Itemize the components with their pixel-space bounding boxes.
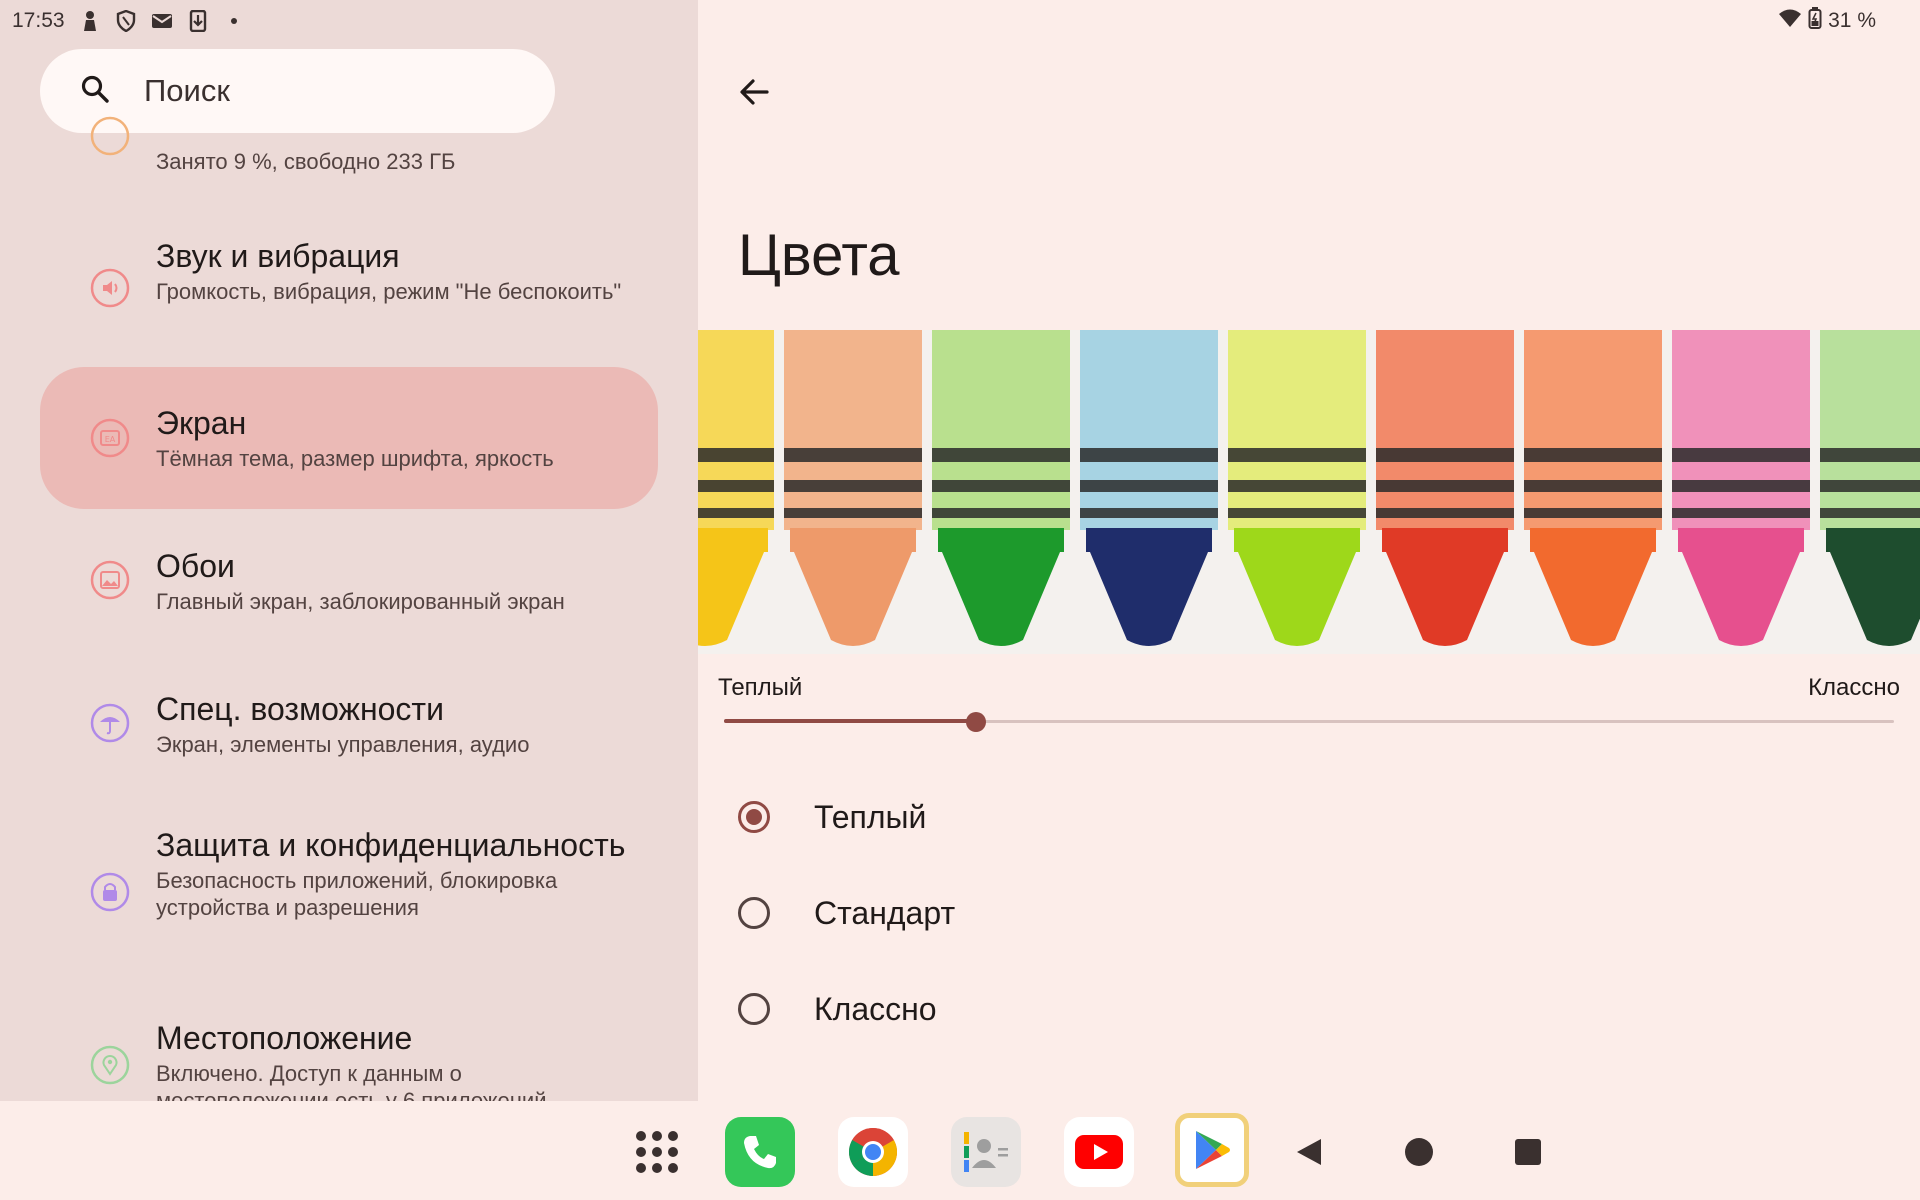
- crayons-illustration: [698, 330, 1920, 654]
- location-icon: [90, 1045, 130, 1085]
- person-notification-icon: [79, 10, 101, 32]
- battery-percent: 31 %: [1828, 9, 1876, 32]
- more-notifications-dot-icon: [223, 10, 245, 32]
- settings-item-subtitle: Безопасность приложений, блокировка устр…: [156, 868, 558, 920]
- settings-list-pane: 17:53 Поиск Занято 9 %, свободно 233 ГБ: [0, 0, 698, 1101]
- status-bar-right: 31 %: [1778, 6, 1876, 36]
- page-title: Цвета: [738, 223, 900, 288]
- back-nav-button[interactable]: [1274, 1117, 1344, 1187]
- youtube-icon: [1064, 1117, 1134, 1187]
- slider-labels: Теплый Классно: [718, 674, 1900, 702]
- settings-item-accessibility[interactable]: Спец. возможности Экран, элементы управл…: [40, 689, 658, 769]
- settings-item-title: Защита и конфиденциальность: [156, 827, 626, 863]
- download-icon: [187, 10, 209, 32]
- storage-icon: [90, 116, 130, 156]
- search-label: Поиск: [144, 73, 230, 108]
- contacts-icon: [951, 1117, 1021, 1187]
- app-drawer-icon: [636, 1131, 678, 1173]
- contacts-app[interactable]: [951, 1117, 1021, 1187]
- wallpaper-icon: [90, 560, 130, 600]
- back-button[interactable]: [728, 66, 780, 118]
- chrome-icon: [838, 1117, 908, 1187]
- crayon: [1820, 330, 1920, 646]
- crayon: [698, 330, 774, 646]
- settings-item-title: Местоположение: [156, 1020, 413, 1056]
- colors-settings-pane: 31 % Цвета Теплый Классно Теплый Стандар…: [698, 0, 1920, 1101]
- play-store-icon: [1175, 1113, 1249, 1187]
- crayon: [1524, 330, 1662, 646]
- home-nav-button[interactable]: [1384, 1117, 1454, 1187]
- settings-item-subtitle: Экран, элементы управления, аудио: [156, 732, 530, 757]
- settings-item-location[interactable]: Местоположение Включено. Доступ к данным…: [40, 1018, 658, 1101]
- crayon: [1672, 330, 1810, 646]
- settings-item-display[interactable]: EA Экран Тёмная тема, размер шрифта, ярк…: [40, 367, 658, 509]
- slider-fill: [724, 719, 976, 723]
- settings-item-sound[interactable]: Звук и вибрация Громкость, вибрация, реж…: [40, 236, 658, 346]
- settings-item-storage[interactable]: Занято 9 %, свободно 233 ГБ: [40, 116, 658, 190]
- slider-left-label: Теплый: [718, 674, 803, 701]
- home-nav-icon: [1405, 1138, 1433, 1166]
- crayon: [1376, 330, 1514, 646]
- option-label: Стандарт: [814, 894, 956, 931]
- chrome-app[interactable]: [838, 1117, 908, 1187]
- phone-app[interactable]: [725, 1117, 795, 1187]
- settings-item-subtitle: Громкость, вибрация, режим "Не беспокоит…: [156, 279, 622, 304]
- search-icon: [80, 74, 110, 109]
- radio-dot: [746, 809, 762, 825]
- mail-icon: [151, 10, 173, 32]
- recents-nav-icon: [1515, 1139, 1541, 1165]
- settings-item-title: Звук и вибрация: [156, 238, 400, 274]
- volume-icon: [90, 268, 130, 308]
- accessibility-icon: [90, 703, 130, 743]
- settings-item-subtitle: Занято 9 %, свободно 233 ГБ: [156, 149, 456, 174]
- lock-icon: [90, 872, 130, 912]
- play-store-app[interactable]: [1175, 1113, 1249, 1187]
- recents-nav-button[interactable]: [1493, 1117, 1563, 1187]
- slider-right-label: Классно: [1808, 674, 1900, 701]
- battery-icon: [1808, 7, 1822, 35]
- settings-item-subtitle: Тёмная тема, размер шрифта, яркость: [156, 446, 554, 471]
- settings-item-title: Экран: [156, 405, 247, 441]
- crayon: [932, 330, 1070, 646]
- settings-item-security[interactable]: Защита и конфиденциальность Безопасность…: [40, 825, 658, 965]
- settings-item-title: Обои: [156, 548, 235, 584]
- settings-item-subtitle: Включено. Доступ к данным о местоположен…: [156, 1061, 547, 1101]
- crayon: [1080, 330, 1218, 646]
- settings-item-wallpaper[interactable]: Обои Главный экран, заблокированный экра…: [40, 546, 658, 626]
- option-standard[interactable]: Стандарт: [738, 883, 955, 943]
- status-bar-left: 17:53: [12, 6, 245, 36]
- option-label: Теплый: [814, 798, 927, 835]
- option-label: Классно: [814, 990, 937, 1027]
- phone-icon: [725, 1117, 795, 1187]
- shield-icon: [115, 10, 137, 32]
- option-cool[interactable]: Классно: [738, 979, 937, 1039]
- color-temperature-slider[interactable]: [724, 712, 1894, 732]
- wifi-icon: [1778, 8, 1802, 34]
- option-warm[interactable]: Теплый: [738, 787, 926, 847]
- youtube-app[interactable]: [1064, 1117, 1134, 1187]
- svg-text:EA: EA: [105, 435, 116, 444]
- radio-button[interactable]: [738, 897, 770, 929]
- taskbar: [0, 1101, 1920, 1200]
- radio-button[interactable]: [738, 993, 770, 1025]
- slider-thumb[interactable]: [965, 712, 986, 732]
- crayon: [1228, 330, 1366, 646]
- radio-button[interactable]: [738, 801, 770, 833]
- settings-item-subtitle: Главный экран, заблокированный экран: [156, 589, 565, 614]
- back-nav-icon: [1297, 1139, 1321, 1165]
- clock: 17:53: [12, 9, 65, 32]
- display-icon: EA: [90, 418, 130, 458]
- app-drawer-button[interactable]: [622, 1117, 692, 1187]
- settings-item-title: Спец. возможности: [156, 691, 444, 727]
- crayon: [784, 330, 922, 646]
- arrow-back-icon: [740, 79, 769, 105]
